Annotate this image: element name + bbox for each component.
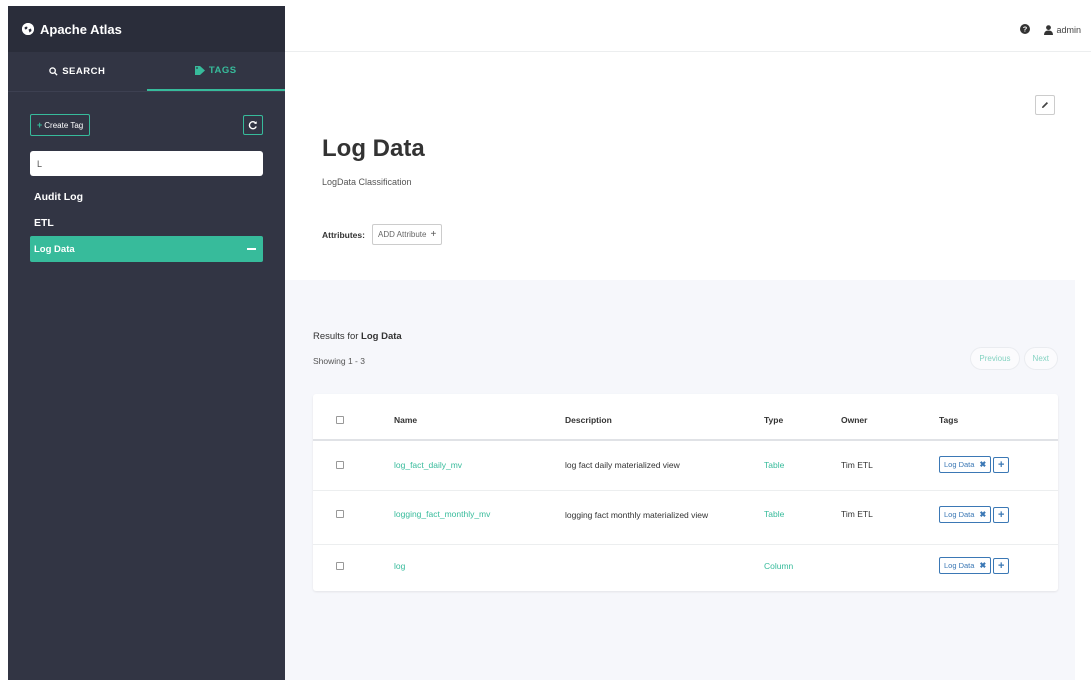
entity-tags: Log Data ✖ + [939,456,1010,473]
brand-name: Apache Atlas [40,21,122,37]
entity-tags: Log Data ✖ + [939,557,1010,574]
sidebar-item-log-data[interactable]: Log Data [30,236,263,262]
page-title: Log Data [322,135,425,162]
select-all-checkbox[interactable] [336,416,344,424]
attributes-row: Attributes: ADD Attribute + [322,224,443,245]
tag-search-input[interactable] [30,151,263,176]
tag-tools: + Create Tag [8,114,285,136]
sidebar-item-audit-log[interactable]: Audit Log [30,184,263,210]
entity-owner: Tim ETL [841,460,873,470]
entity-owner: Tim ETL [841,509,873,519]
entity-description: log fact daily materialized view [565,460,680,470]
close-icon[interactable]: ✖ [979,460,986,469]
edit-button[interactable] [1035,95,1055,115]
create-tag-label: Create Tag [44,120,84,130]
tag-details: Log Data LogData Classification Attribut… [285,52,1075,280]
tag-chip-label: Log Data [944,460,975,469]
add-attribute-label: ADD Attribute [377,230,427,239]
sidebar-tabs: SEARCH TAGS [8,52,285,92]
column-header-description[interactable]: Description [565,415,612,425]
tab-tags-label: TAGS [208,65,237,76]
sidebar: Apache Atlas SEARCH TAGS + Create Tag Au… [8,6,285,680]
user-icon [1044,25,1054,35]
column-header-name[interactable]: Name [394,415,417,425]
row-checkbox[interactable] [336,562,344,570]
svg-text:?: ? [1023,25,1028,34]
table-header-row: Name Description Type Owner Tags [313,394,1058,441]
row-checkbox[interactable] [336,510,344,518]
column-header-tags[interactable]: Tags [939,415,958,425]
entity-name-link[interactable]: logging_fact_monthly_mv [394,509,490,519]
tag-chip[interactable]: Log Data ✖ [939,456,992,473]
entity-type-link[interactable]: Table [764,460,784,470]
add-tag-button[interactable]: + [993,456,1010,473]
tag-chip[interactable]: Log Data ✖ [939,557,992,574]
brand[interactable]: Apache Atlas [8,6,285,52]
column-header-type[interactable]: Type [764,415,783,425]
add-attribute-button[interactable]: ADD Attribute + [371,224,443,245]
pencil-icon [1042,102,1048,108]
tag-list: Audit Log ETL Log Data [8,184,285,262]
column-header-owner[interactable]: Owner [841,415,867,425]
tag-chip-label: Log Data [944,510,975,519]
close-icon[interactable]: ✖ [979,510,986,519]
entity-tags: Log Data ✖ + [939,506,1010,523]
plus-icon: + [430,229,437,240]
table-row: log_fact_daily_mv log fact daily materia… [313,441,1058,491]
close-icon[interactable]: ✖ [979,561,986,570]
help-icon[interactable]: ? [1020,24,1031,36]
sidebar-item-label: Log Data [34,243,75,255]
tab-tags[interactable]: TAGS [146,52,285,91]
globe-icon [22,23,34,35]
previous-button[interactable]: Previous [970,347,1020,370]
tag-icon [194,66,205,75]
tag-chip[interactable]: Log Data ✖ [939,506,992,523]
page-subtitle: LogData Classification [322,177,412,187]
sidebar-item-etl[interactable]: ETL [30,210,263,236]
entity-description: logging fact monthly materialized view [565,510,709,520]
results-heading: Results for Log Data [313,331,402,342]
entity-name-link[interactable]: log [394,561,405,571]
table-row: logging_fact_monthly_mv logging fact mon… [313,491,1058,545]
sidebar-item-label: ETL [34,217,54,229]
user-menu[interactable]: admin [1044,25,1081,35]
minus-icon[interactable] [247,248,256,250]
add-tag-button[interactable]: + [993,557,1010,574]
user-name: admin [1056,25,1081,35]
results-tag: Log Data [361,331,402,342]
entity-name-link[interactable]: log_fact_daily_mv [394,460,462,470]
entity-type-link[interactable]: Column [764,561,793,571]
search-icon [49,67,58,76]
results-table: Name Description Type Owner Tags log_fac… [313,394,1058,591]
results-panel: Results for Log Data Showing 1 - 3 Previ… [285,280,1075,680]
pagination: Previous Next [966,347,1058,370]
refresh-button[interactable] [243,115,263,135]
tab-search[interactable]: SEARCH [8,52,147,91]
attributes-label: Attributes: [322,229,365,240]
add-tag-button[interactable]: + [993,506,1010,523]
next-button[interactable]: Next [1023,347,1058,370]
refresh-icon [248,121,257,130]
table-row: log Column Log Data ✖ + [313,545,1058,591]
row-checkbox[interactable] [336,461,344,469]
plus-icon: + [37,120,43,130]
results-prefix: Results for [313,331,362,342]
sidebar-item-label: Audit Log [34,191,83,203]
entity-type-link[interactable]: Table [764,509,784,519]
tab-search-label: SEARCH [62,66,106,77]
results-count: Showing 1 - 3 [313,356,365,366]
header-actions: ? admin [1020,24,1081,36]
create-tag-button[interactable]: + Create Tag [30,114,91,136]
tag-chip-label: Log Data [944,561,975,570]
top-header: ? admin [285,6,1091,52]
